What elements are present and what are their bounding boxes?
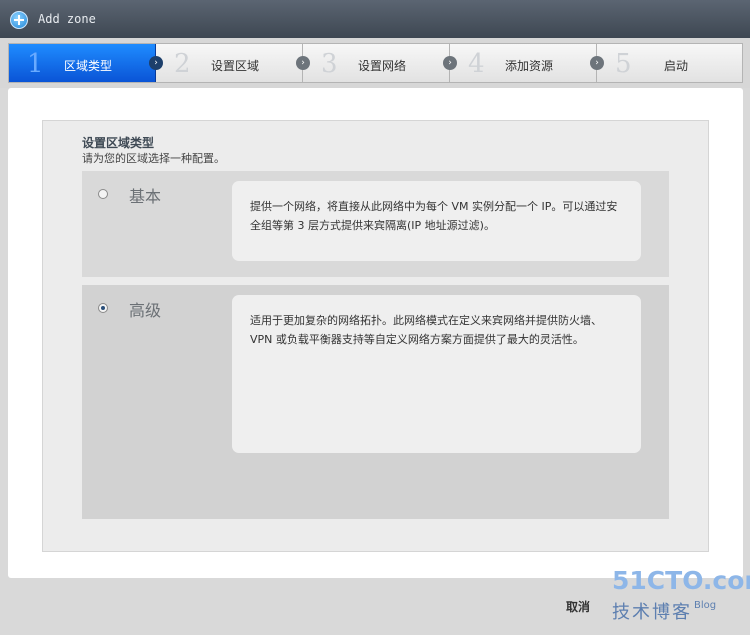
- watermark-line2: 技术博客: [612, 602, 692, 623]
- watermark-line3: Blog: [694, 600, 717, 611]
- step-label: 区域类型: [64, 59, 113, 73]
- step-number: 4: [468, 49, 485, 79]
- step-arrow-icon: ›: [443, 56, 457, 70]
- option-advanced[interactable]: 高级 适用于更加复杂的网络拓扑。此网络模式在定义来宾网络并提供防火墙、VPN 或…: [82, 285, 669, 519]
- step-label: 设置区域: [211, 59, 260, 73]
- window-title: Add zone: [38, 12, 96, 26]
- step-arrow-icon: ›: [296, 56, 310, 70]
- advanced-description: 适用于更加复杂的网络拓扑。此网络模式在定义来宾网络并提供防火墙、VPN 或负载平…: [232, 295, 641, 453]
- step-add-resources[interactable]: 4 添加资源 ›: [450, 44, 604, 82]
- step-label: 添加资源: [505, 59, 554, 73]
- step-arrow-icon: ›: [590, 56, 604, 70]
- step-label: 启动: [664, 59, 689, 73]
- watermark-line1: 51CTO.com: [612, 566, 750, 595]
- step-launch[interactable]: 5 启动: [597, 44, 742, 82]
- step-label: 设置网络: [358, 59, 407, 73]
- step-setup-zone[interactable]: 2 设置区域 ›: [156, 44, 310, 82]
- wizard-steps-bar: 1 区域类型 › 2 设置区域 › 3 设置网络 › 4 添加资源 › 5 启动: [0, 38, 750, 88]
- advanced-radio[interactable]: [98, 303, 108, 313]
- watermark-logo: 51CTO.com 技术博客 Blog: [610, 566, 750, 628]
- zone-type-panel: 设置区域类型 请为您的区域选择一种配置。 基本 提供一个网络，将直接从此网络中为…: [42, 120, 709, 552]
- advanced-label: 高级: [129, 301, 162, 320]
- step-number: 3: [321, 49, 338, 79]
- add-icon: [10, 11, 28, 29]
- basic-radio[interactable]: [98, 189, 108, 199]
- basic-description: 提供一个网络，将直接从此网络中为每个 VM 实例分配一个 IP。可以通过安全组等…: [232, 181, 641, 261]
- cancel-button[interactable]: 取消: [566, 598, 590, 615]
- step-arrow-icon: ›: [149, 56, 163, 70]
- window-titlebar: Add zone: [0, 0, 750, 38]
- wizard-steps: 1 区域类型 › 2 设置区域 › 3 设置网络 › 4 添加资源 › 5 启动: [8, 43, 743, 83]
- step-zone-type[interactable]: 1 区域类型 ›: [9, 44, 163, 82]
- step-number: 2: [174, 49, 191, 79]
- step-number: 5: [615, 49, 632, 79]
- panel-title: 设置区域类型: [82, 136, 155, 150]
- option-basic[interactable]: 基本 提供一个网络，将直接从此网络中为每个 VM 实例分配一个 IP。可以通过安…: [82, 171, 669, 277]
- panel-subtitle: 请为您的区域选择一种配置。: [82, 152, 225, 165]
- wizard-content: 设置区域类型 请为您的区域选择一种配置。 基本 提供一个网络，将直接从此网络中为…: [8, 88, 743, 578]
- step-setup-network[interactable]: 3 设置网络 ›: [303, 44, 457, 82]
- step-number: 1: [27, 49, 44, 79]
- basic-label: 基本: [129, 187, 162, 206]
